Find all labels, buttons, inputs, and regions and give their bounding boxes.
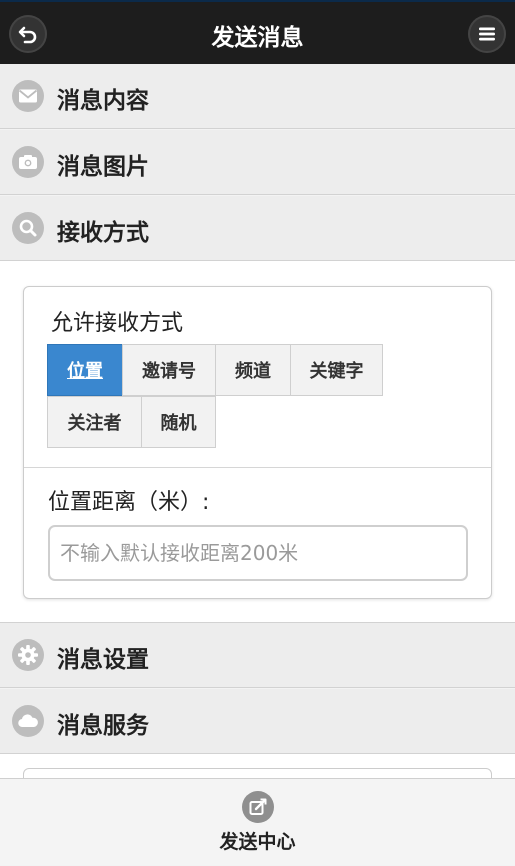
option-follower[interactable]: 关注者 [47, 396, 142, 448]
receive-method-panel: 允许接收方式 位置 邀请号 频道 关键字 关注者 随机 位置距离（米）: [0, 261, 515, 623]
page-title: 发送消息 [211, 25, 304, 51]
camera-icon [12, 146, 44, 178]
section-label: 消息内容 [57, 88, 149, 114]
allow-receive-label: 允许接收方式 [51, 311, 184, 336]
send-center-button[interactable]: 发送中心 [0, 779, 515, 866]
option-random[interactable]: 随机 [141, 396, 216, 448]
section-label: 接收方式 [57, 220, 149, 246]
header-bar: 发送消息 [0, 0, 515, 69]
section-message-image[interactable]: 消息图片 [0, 130, 515, 195]
section-label: 消息图片 [57, 154, 149, 180]
option-invite-code[interactable]: 邀请号 [122, 344, 216, 396]
option-location[interactable]: 位置 [47, 344, 123, 396]
distance-label: 位置距离（米）: [48, 490, 210, 515]
menu-button[interactable] [468, 15, 506, 53]
envelope-icon [12, 80, 44, 112]
section-receive-method[interactable]: 接收方式 [0, 196, 515, 261]
divider [24, 467, 491, 468]
send-edit-icon [241, 791, 274, 823]
receive-method-card: 允许接收方式 位置 邀请号 频道 关键字 关注者 随机 位置距离（米）: [23, 286, 492, 599]
send-center-label: 发送中心 [219, 831, 296, 853]
section-message-settings[interactable]: 消息设置 [0, 623, 515, 688]
search-icon [12, 212, 44, 244]
distance-input[interactable] [48, 525, 468, 581]
section-label: 消息服务 [57, 713, 149, 739]
option-keyword[interactable]: 关键字 [290, 344, 383, 396]
menu-icon [476, 23, 498, 45]
section-label: 消息设置 [57, 647, 149, 673]
footer-bar: 发送中心 [0, 778, 515, 865]
option-channel[interactable]: 频道 [215, 344, 291, 396]
cloud-icon [12, 705, 44, 737]
gear-icon [12, 639, 44, 671]
section-message-content[interactable]: 消息内容 [0, 64, 515, 129]
section-message-service[interactable]: 消息服务 [0, 689, 515, 754]
